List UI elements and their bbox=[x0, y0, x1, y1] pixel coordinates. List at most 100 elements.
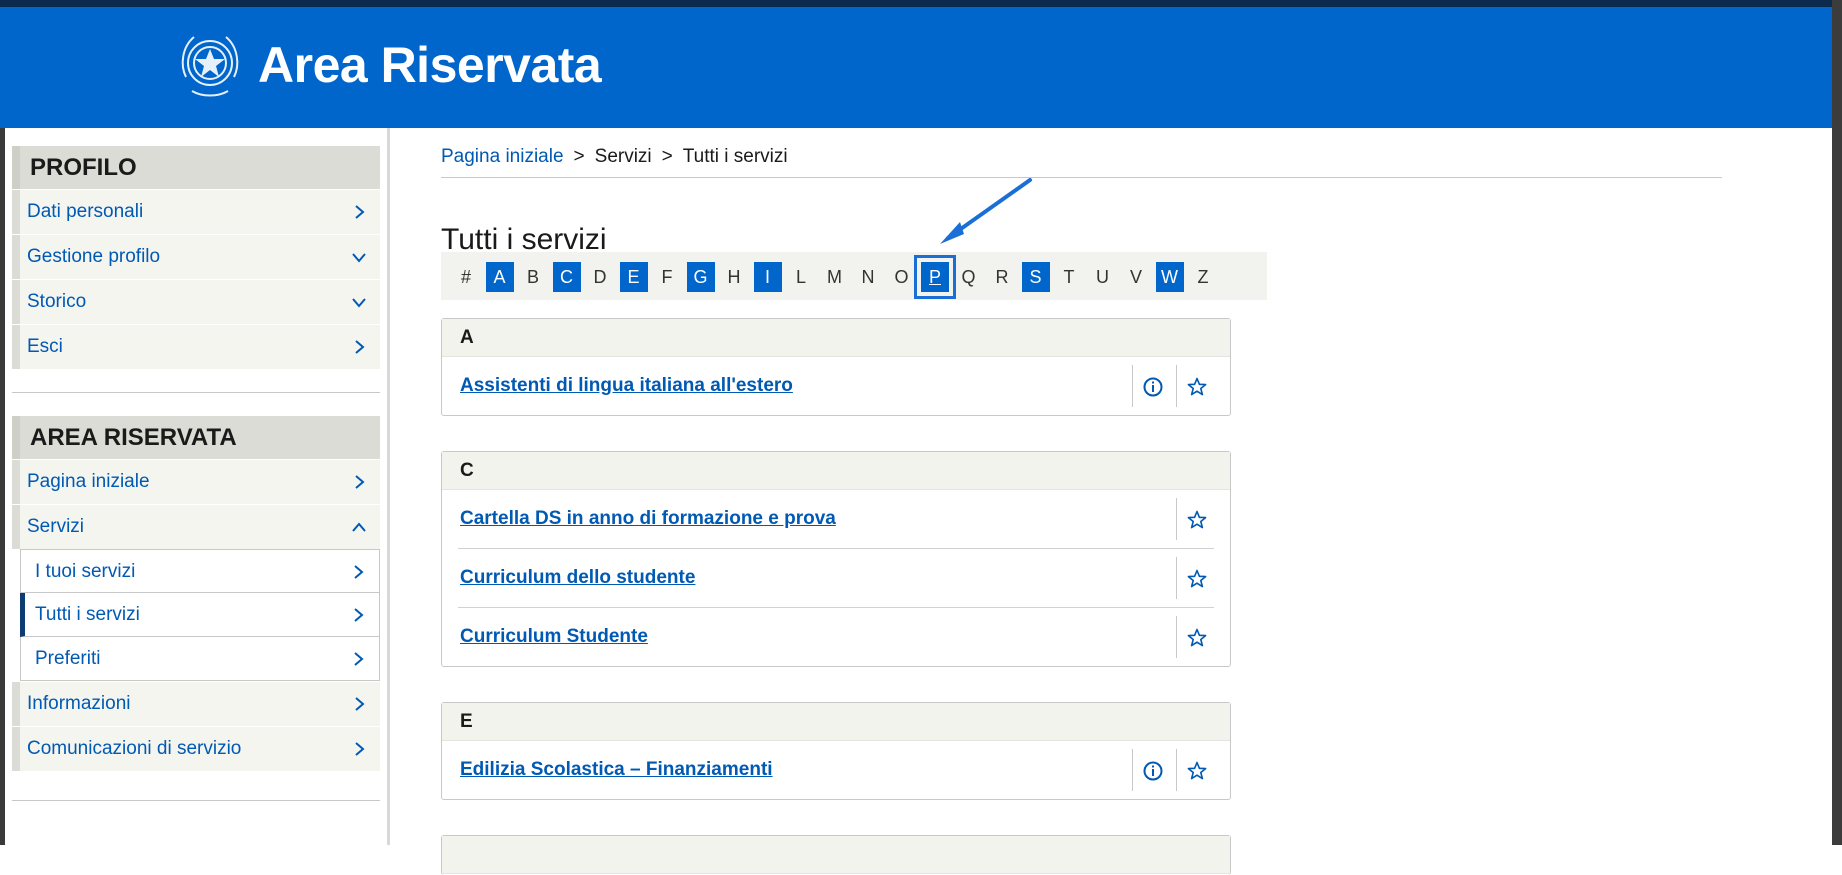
chevron-right-icon bbox=[355, 475, 365, 489]
service-group: C Cartella DS in anno di formazione e pro… bbox=[441, 451, 1231, 667]
sidebar-item[interactable]: Dati personali bbox=[12, 190, 380, 234]
service-link[interactable]: Assistenti di lingua italiana all'estero bbox=[460, 374, 793, 398]
sidebar-item[interactable]: Informazioni bbox=[12, 682, 380, 726]
alphabet-filter: # A B C D E F G H I L M N O P Q R S T U V W Z bbox=[441, 252, 1267, 300]
service-group bbox=[441, 835, 1231, 875]
breadcrumb-separator: > bbox=[573, 146, 585, 167]
chevron-right-icon bbox=[354, 608, 364, 622]
chevron-right-icon bbox=[355, 742, 365, 756]
breadcrumb-rule bbox=[441, 177, 1722, 178]
chevron-right-icon bbox=[354, 652, 364, 666]
annotation-arrow-icon bbox=[940, 178, 1032, 244]
chevron-up-icon bbox=[352, 522, 366, 532]
star-outline-icon[interactable] bbox=[1186, 376, 1208, 398]
sidebar-subitem[interactable]: Tutti i servizi bbox=[20, 593, 380, 637]
sidebar-item-label: Storico bbox=[27, 291, 87, 312]
top-band bbox=[0, 0, 1842, 7]
right-scroll-edge bbox=[1832, 0, 1842, 845]
alphabet-letter[interactable]: W bbox=[1155, 262, 1184, 292]
star-outline-icon[interactable] bbox=[1186, 627, 1208, 649]
alphabet-letter: V bbox=[1129, 267, 1142, 287]
sidebar-subitem-label: Preferiti bbox=[35, 648, 101, 669]
alphabet-letter: D bbox=[593, 267, 607, 287]
sidebar-item-label: Servizi bbox=[27, 516, 85, 537]
alphabet-letter: H bbox=[727, 267, 741, 287]
alphabet-letter: U bbox=[1096, 267, 1109, 287]
sidebar-item-label: Dati personali bbox=[27, 201, 144, 222]
alphabet-letter: Q bbox=[961, 267, 976, 287]
alphabet-letter: L bbox=[795, 267, 806, 287]
row-separator bbox=[1176, 557, 1177, 599]
service-group: A Assistenti di lingua italiana all'ester… bbox=[441, 318, 1231, 416]
breadcrumb-home-link[interactable]: Pagina iniziale bbox=[441, 146, 564, 167]
row-separator bbox=[1176, 498, 1177, 540]
sidebar-subitem-label: Tutti i servizi bbox=[35, 604, 140, 625]
info-icon[interactable] bbox=[1142, 760, 1164, 782]
star-outline-icon[interactable] bbox=[1186, 760, 1208, 782]
row-separator bbox=[1132, 365, 1133, 407]
service-row: Assistenti di lingua italiana all'estero bbox=[442, 357, 1230, 415]
alphabet-letter[interactable]: I bbox=[753, 262, 782, 292]
sidebar-item[interactable]: Comunicazioni di servizio bbox=[12, 727, 380, 771]
service-link[interactable]: Edilizia Scolastica – Finanziamenti bbox=[460, 758, 773, 782]
chevron-right-icon bbox=[355, 697, 365, 711]
service-row: Cartella DS in anno di formazione e prov… bbox=[442, 490, 1230, 548]
row-separator bbox=[1176, 365, 1177, 407]
alphabet-letter[interactable]: C bbox=[552, 262, 581, 292]
row-separator bbox=[1132, 749, 1133, 791]
service-group-letter: A bbox=[442, 319, 1230, 357]
sidebar-item-label: Pagina iniziale bbox=[27, 471, 150, 492]
chevron-down-icon bbox=[352, 298, 366, 308]
service-group: E Edilizia Scolastica – Finanziamenti bbox=[441, 702, 1231, 800]
sidebar-subitem[interactable]: Preferiti bbox=[20, 637, 380, 681]
service-link[interactable]: Curriculum Studente bbox=[460, 625, 648, 649]
sidebar-subitem[interactable]: I tuoi servizi bbox=[20, 549, 380, 593]
service-group-letter: E bbox=[442, 703, 1230, 741]
alphabet-letter[interactable]: A bbox=[485, 262, 514, 292]
service-row: Curriculum dello studente bbox=[458, 548, 1214, 607]
alphabet-letter[interactable]: P bbox=[914, 255, 956, 299]
alphabet-letter: T bbox=[1063, 267, 1075, 287]
service-row: Edilizia Scolastica – Finanziamenti bbox=[442, 741, 1230, 799]
sidebar-divider bbox=[387, 128, 390, 845]
alphabet-letter[interactable]: E bbox=[619, 262, 648, 292]
row-separator bbox=[1176, 616, 1177, 658]
sidebar-item[interactable]: Pagina iniziale bbox=[12, 460, 380, 504]
sidebar-item-label: Gestione profilo bbox=[27, 246, 161, 267]
service-row: Curriculum Studente bbox=[458, 607, 1214, 666]
sidebar-item-label: Comunicazioni di servizio bbox=[27, 738, 242, 759]
sidebar-item-label: Informazioni bbox=[27, 693, 131, 714]
sidebar-item[interactable]: Storico bbox=[12, 280, 380, 324]
chevron-right-icon bbox=[355, 205, 365, 219]
sidebar-item[interactable]: Servizi bbox=[12, 505, 380, 549]
republic-emblem-icon bbox=[181, 36, 239, 97]
sidebar-item[interactable]: Esci bbox=[12, 325, 380, 369]
sidebar-area-riservata: AREA RISERVATA Pagina iniziale Servizi I … bbox=[12, 416, 380, 771]
sidebar-subitem-label: I tuoi servizi bbox=[35, 561, 136, 582]
sidebar-item[interactable]: Gestione profilo bbox=[12, 235, 380, 279]
alphabet-letter: F bbox=[661, 267, 673, 287]
alphabet-letter: O bbox=[894, 267, 909, 287]
site-title[interactable]: Area Riservata bbox=[258, 35, 602, 95]
alphabet-letter: R bbox=[995, 267, 1009, 287]
alphabet-letter[interactable]: G bbox=[686, 262, 715, 292]
star-outline-icon[interactable] bbox=[1186, 509, 1208, 531]
info-icon[interactable] bbox=[1142, 376, 1164, 398]
service-group-letter bbox=[442, 836, 1230, 874]
service-link[interactable]: Cartella DS in anno di formazione e prov… bbox=[460, 507, 836, 531]
alphabet-letter: M bbox=[827, 267, 842, 287]
sidebar-heading-area-riservata: AREA RISERVATA bbox=[12, 416, 380, 459]
sidebar-profilo: PROFILO Dati personali Gestione profilo St… bbox=[12, 146, 380, 369]
sidebar-rule bbox=[12, 800, 380, 801]
alphabet-letter[interactable]: S bbox=[1021, 262, 1050, 292]
chevron-right-icon bbox=[354, 565, 364, 579]
alphabet-letter: B bbox=[526, 267, 539, 287]
service-link[interactable]: Curriculum dello studente bbox=[460, 566, 695, 590]
alphabet-letter: N bbox=[861, 267, 875, 287]
sidebar-heading-profilo: PROFILO bbox=[12, 146, 380, 189]
sidebar-rule bbox=[12, 392, 380, 393]
breadcrumb-servizi: Servizi bbox=[594, 146, 652, 167]
star-outline-icon[interactable] bbox=[1186, 568, 1208, 590]
chevron-right-icon bbox=[355, 340, 365, 354]
site-header: Area Riservata bbox=[0, 7, 1832, 128]
